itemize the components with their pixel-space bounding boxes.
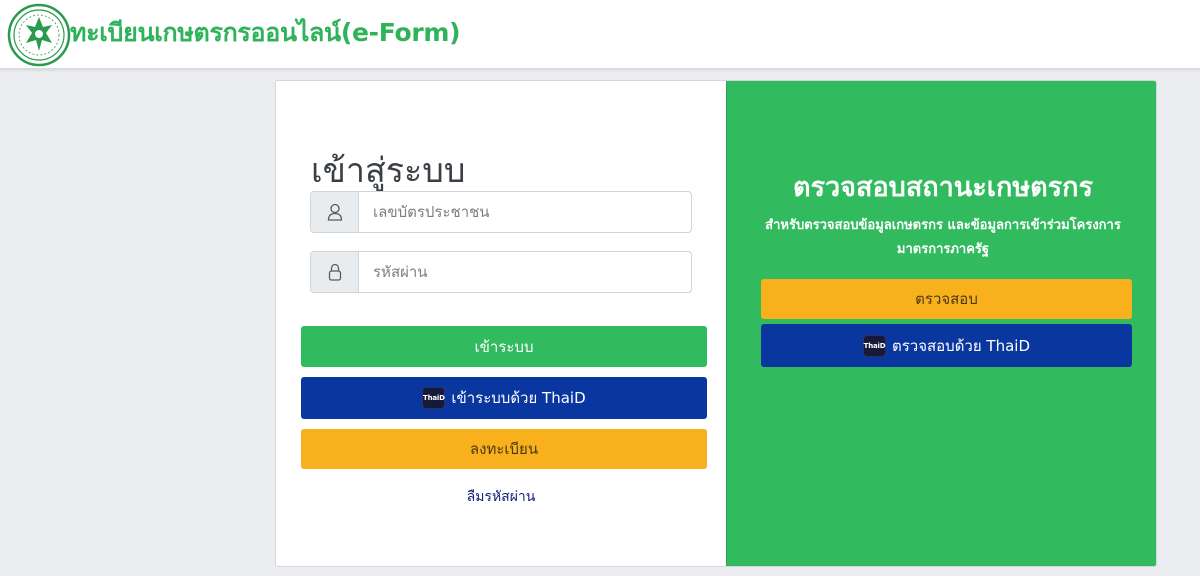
main-card: เข้าสู่ระบบ เข้าระบบ ThaiD เข้าระ [275, 80, 1157, 567]
password-input[interactable] [359, 252, 691, 292]
id-input-group [310, 191, 692, 233]
thaid-check-label: ตรวจสอบด้วย ThaiD [892, 336, 1030, 355]
citizen-id-input[interactable] [359, 192, 691, 232]
forgot-password-link[interactable]: ลืมรหัสผ่าน [276, 486, 726, 508]
register-button[interactable]: ลงทะเบียน [301, 429, 707, 469]
check-status-button[interactable]: ตรวจสอบ [761, 279, 1132, 319]
user-icon [311, 192, 359, 232]
login-button[interactable]: เข้าระบบ [301, 326, 707, 367]
login-title: เข้าสู่ระบบ [311, 151, 466, 191]
check-status-description: สำหรับตรวจสอบข้อมูลเกษตรกร และข้อมูลการเ… [765, 218, 1121, 257]
login-panel: เข้าสู่ระบบ เข้าระบบ ThaiD เข้าระ [276, 81, 726, 566]
thaid-check-button[interactable]: ThaiD ตรวจสอบด้วย ThaiD [761, 324, 1132, 367]
ministry-emblem-icon [7, 3, 71, 67]
password-input-group [310, 251, 692, 293]
thaid-icon: ThaiD [863, 334, 886, 357]
thaid-login-label: เข้าระบบด้วย ThaiD [451, 389, 586, 407]
thaid-icon: ThaiD [422, 387, 446, 409]
thaid-login-button[interactable]: ThaiD เข้าระบบด้วย ThaiD [301, 377, 707, 419]
header-bar: ทะเบียนเกษตรกรออนไลน์(e-Form) [0, 0, 1200, 69]
lock-icon [311, 252, 359, 292]
app-title: ทะเบียนเกษตรกรออนไลน์(e-Form) [70, 18, 461, 47]
check-status-panel: ตรวจสอบสถานะเกษตรกร สำหรับตรวจสอบข้อมูลเ… [726, 81, 1156, 566]
check-status-title: ตรวจสอบสถานะเกษตรกร [792, 172, 1094, 203]
